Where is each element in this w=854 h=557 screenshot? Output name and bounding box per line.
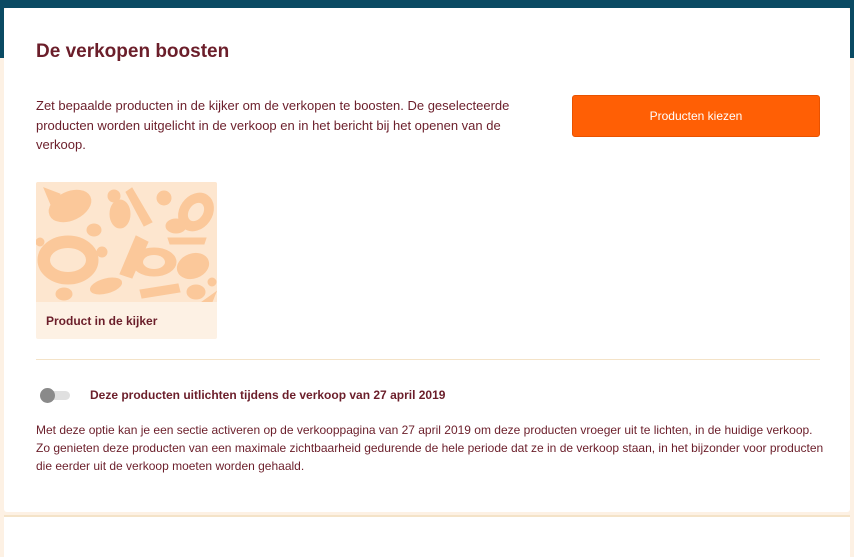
vegetables-illustration-icon	[36, 182, 217, 302]
highlight-info-text: Met deze optie kan je een sectie activer…	[36, 423, 824, 473]
featured-product-label: Product in de kijker	[46, 314, 158, 328]
section-description: Zet bepaalde producten in de kijker om d…	[36, 98, 510, 152]
top-bar-right-edge	[850, 8, 854, 58]
featured-product-card[interactable]: Product in de kijker	[36, 182, 217, 339]
section-title: De verkopen boosten	[36, 41, 230, 62]
top-bar	[0, 0, 854, 8]
boost-sales-card: De verkopen boosten Zet bepaalde product…	[4, 8, 850, 512]
toggle-knob	[40, 388, 55, 403]
next-section-card	[4, 515, 850, 557]
highlight-toggle-label: Deze producten uitlichten tijdens de ver…	[90, 388, 446, 402]
section-divider	[36, 359, 820, 360]
highlight-toggle[interactable]	[40, 388, 70, 403]
choose-products-button[interactable]: Producten kiezen	[572, 95, 820, 137]
